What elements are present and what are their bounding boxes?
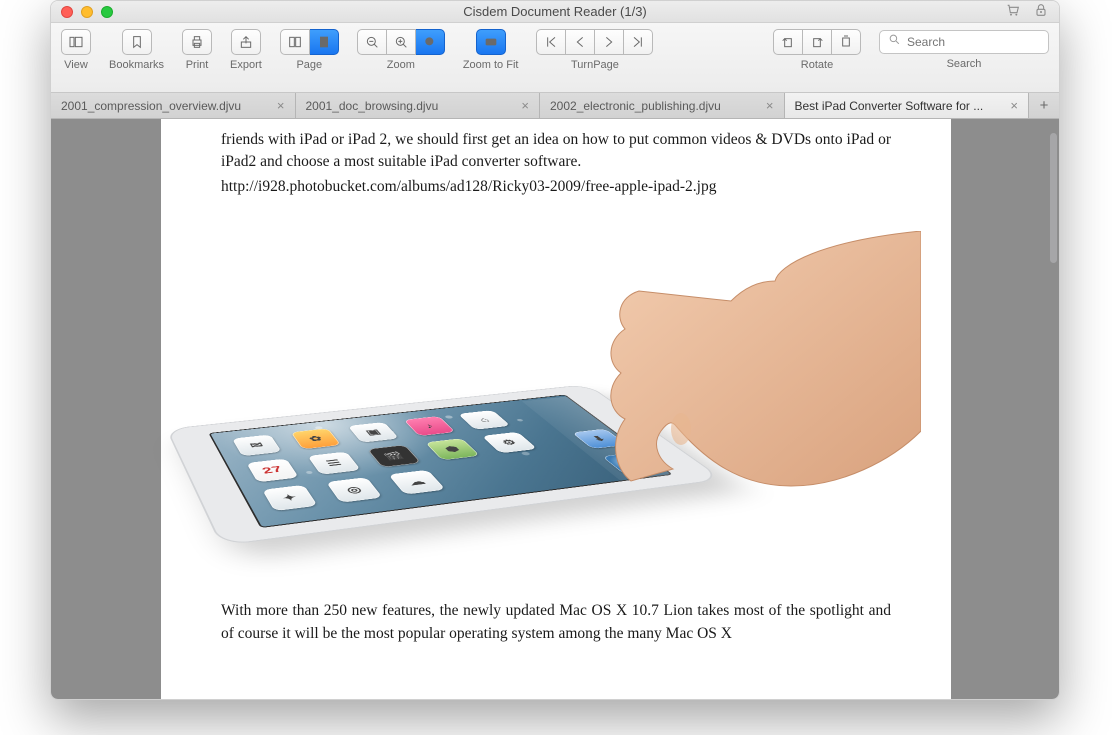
search-group: Search — [879, 29, 1049, 70]
close-tab-icon[interactable]: × — [277, 98, 285, 113]
window-controls — [61, 6, 113, 18]
page-single-button[interactable] — [280, 29, 310, 55]
rotate-label: Rotate — [801, 59, 833, 71]
zoom-actual-button[interactable] — [416, 29, 445, 55]
toolbar: View Bookmarks Print — [51, 23, 1059, 93]
zoom-in-button[interactable] — [387, 29, 416, 55]
view-group: View — [61, 29, 91, 71]
turnpage-label: TurnPage — [571, 59, 619, 71]
search-label: Search — [947, 58, 982, 70]
export-group: Export — [230, 29, 262, 71]
page-group: Page — [280, 29, 339, 71]
zoom-window-button[interactable] — [101, 6, 113, 18]
bookmarks-button[interactable] — [122, 29, 152, 55]
close-tab-icon[interactable]: × — [521, 98, 529, 113]
document-viewport[interactable]: friends with iPad or iPad 2, we should f… — [51, 119, 1059, 699]
view-label: View — [64, 59, 88, 71]
next-page-button[interactable] — [595, 29, 624, 55]
minimize-window-button[interactable] — [81, 6, 93, 18]
prev-page-button[interactable] — [566, 29, 595, 55]
paragraph: friends with iPad or iPad 2, we should f… — [221, 129, 891, 174]
export-button[interactable] — [231, 29, 261, 55]
window-title: Cisdem Document Reader (1/3) — [51, 4, 1059, 19]
zoom-label: Zoom — [387, 59, 415, 71]
lock-icon[interactable] — [1033, 2, 1049, 23]
tab-1[interactable]: 2001_doc_browsing.djvu × — [296, 93, 541, 118]
first-page-button[interactable] — [536, 29, 566, 55]
close-tab-icon[interactable]: × — [766, 98, 774, 113]
tab-0[interactable]: 2001_compression_overview.djvu × — [51, 93, 296, 118]
bookmarks-label: Bookmarks — [109, 59, 164, 71]
search-icon — [888, 33, 901, 51]
image-url-text: http://i928.photobucket.com/albums/ad128… — [221, 176, 891, 198]
bookmarks-group: Bookmarks — [109, 29, 164, 71]
paragraph: With more than 250 new features, the new… — [221, 600, 891, 645]
close-tab-icon[interactable]: × — [1010, 98, 1018, 113]
rotate-180-button[interactable] — [832, 29, 861, 55]
tab-label: 2001_doc_browsing.djvu — [306, 99, 439, 113]
app-icon: ⬢ — [425, 439, 480, 461]
app-icon: ♪ — [404, 416, 456, 436]
rotate-left-button[interactable] — [773, 29, 803, 55]
zoom-out-button[interactable] — [357, 29, 387, 55]
new-tab-button[interactable]: + — [1029, 93, 1059, 118]
export-label: Export — [230, 59, 262, 71]
search-input[interactable] — [907, 35, 1060, 49]
ipad-image: ✉︎ ✿ ▣ ♪ ⌂ 27 ☰ 🎬 ⬢ ⚙ ✦ — [221, 206, 891, 586]
tab-label: 2002_electronic_publishing.djvu — [550, 99, 721, 113]
tab-label: 2001_compression_overview.djvu — [61, 99, 241, 113]
tab-bar: 2001_compression_overview.djvu × 2001_do… — [51, 93, 1059, 119]
last-page-button[interactable] — [624, 29, 653, 55]
close-window-button[interactable] — [61, 6, 73, 18]
tab-label: Best iPad Converter Software for ... — [795, 99, 984, 113]
dock-app-icon: ✧ — [602, 453, 660, 475]
app-icon: ✿ — [291, 429, 342, 450]
scrollbar-thumb[interactable] — [1050, 133, 1057, 263]
titlebar: Cisdem Document Reader (1/3) — [51, 1, 1059, 23]
zoom-to-fit-button[interactable] — [476, 29, 506, 55]
zoom-group: Zoom — [357, 29, 445, 71]
page-label: Page — [296, 59, 322, 71]
view-button[interactable] — [61, 29, 91, 55]
rotate-right-button[interactable] — [803, 29, 832, 55]
search-box[interactable] — [879, 30, 1049, 54]
tab-3[interactable]: Best iPad Converter Software for ... × — [785, 93, 1030, 118]
print-group: Print — [182, 29, 212, 71]
rotate-group: Rotate — [773, 29, 861, 71]
print-button[interactable] — [182, 29, 212, 55]
print-label: Print — [186, 59, 209, 71]
tab-2[interactable]: 2002_electronic_publishing.djvu × — [540, 93, 785, 118]
zoomfit-group: Zoom to Fit — [463, 29, 519, 71]
cart-icon[interactable] — [1005, 2, 1021, 23]
document-page: friends with iPad or iPad 2, we should f… — [161, 119, 951, 699]
zoomfit-label: Zoom to Fit — [463, 59, 519, 71]
turnpage-group: TurnPage — [536, 29, 653, 71]
ipad-device: ✉︎ ✿ ▣ ♪ ⌂ 27 ☰ 🎬 ⬢ ⚙ ✦ — [166, 385, 724, 547]
app-icon: ☰ — [307, 452, 360, 475]
home-button-icon — [617, 425, 643, 434]
dock-app-icon: ⬇ — [572, 429, 627, 449]
app-icon: ▣ — [348, 422, 399, 443]
page-continuous-button[interactable] — [310, 29, 339, 55]
app-window: Cisdem Document Reader (1/3) View — [50, 0, 1060, 700]
app-icon: 🎬 — [367, 445, 421, 468]
